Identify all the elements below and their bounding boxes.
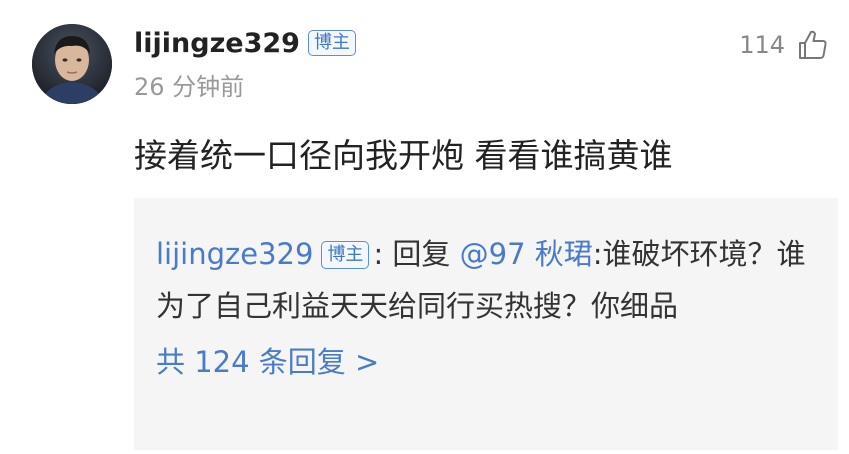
reply-mention[interactable]: @97 秋珺 [460,237,593,271]
reply-username[interactable]: lijingze329 [156,237,313,271]
username[interactable]: lijingze329 [134,28,300,59]
view-all-replies-link[interactable]: 共 124 条回复 > [156,336,379,388]
avatar-photo [32,24,112,104]
reply-preview[interactable]: lijingze329 博主: 回复 @97 秋珺:谁破坏环境？谁为了自己利益天天… [134,198,838,450]
timestamp: 26 分钟前 [134,73,245,101]
comment-text: 接着统一口径向我开炮 看看谁搞黄谁 [134,136,673,175]
comment-header: lijingze329 博主 [134,26,356,62]
comment-card: lijingze329 博主 26 分钟前 114 接着统一口径向我开炮 看看谁搞… [0,0,849,454]
blogger-badge: 博主 [307,30,356,56]
thumbs-up-icon [799,30,827,59]
like-button[interactable]: 114 [739,28,829,62]
reply-text-block: lijingze329 博主: 回复 @97 秋珺:谁破坏环境？谁为了自己利益天天… [156,228,816,332]
like-count: 114 [739,31,785,59]
avatar[interactable] [32,24,112,104]
reply-blogger-badge: 博主 [321,241,370,269]
reply-prefix: : 回复 [373,237,460,271]
